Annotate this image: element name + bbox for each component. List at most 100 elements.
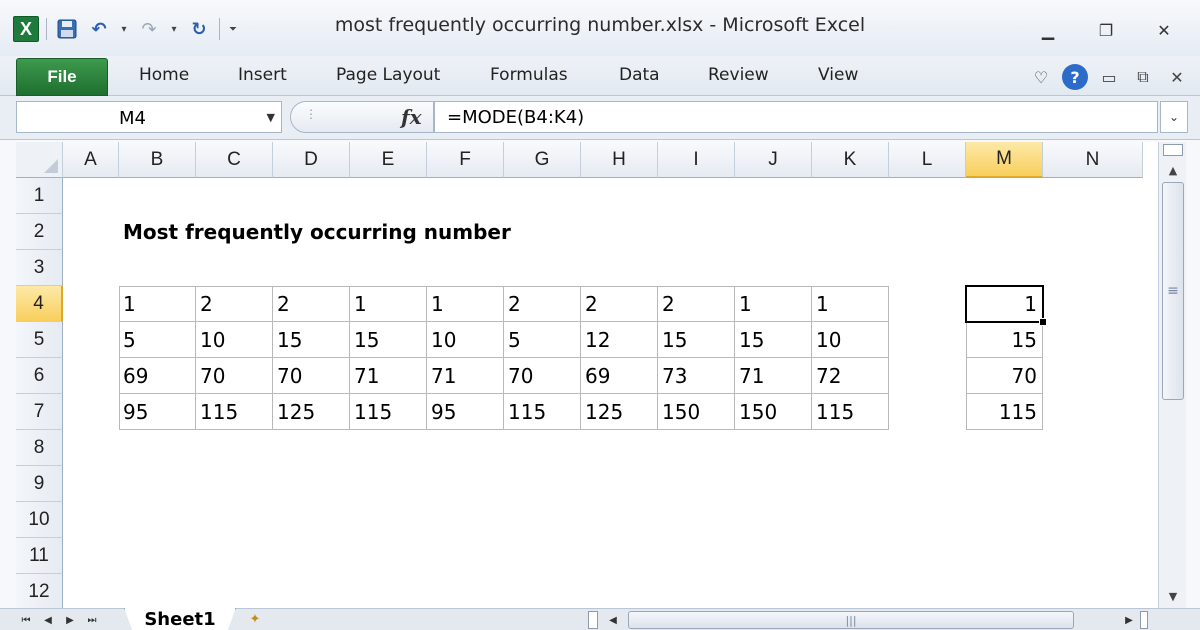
expand-formula-bar-icon[interactable]: ⌄: [1160, 101, 1188, 133]
data-cell-j5[interactable]: 15: [735, 322, 812, 358]
data-cell-k7[interactable]: 115: [812, 394, 889, 430]
data-cell-b5[interactable]: 5: [119, 322, 196, 358]
data-cell-d6[interactable]: 70: [273, 358, 350, 394]
data-cell-i4[interactable]: 2: [658, 286, 735, 322]
row-header-9[interactable]: 9: [16, 466, 63, 502]
horizontal-split-box[interactable]: [588, 611, 598, 629]
data-cell-c5[interactable]: 10: [196, 322, 273, 358]
scroll-right-icon[interactable]: ▶: [1120, 611, 1138, 629]
select-all-button[interactable]: [16, 142, 63, 178]
tab-home[interactable]: Home: [139, 65, 189, 85]
scroll-up-icon[interactable]: ▲: [1159, 160, 1187, 180]
row-header-11[interactable]: 11: [16, 538, 63, 574]
column-header-k[interactable]: K: [812, 142, 889, 178]
tab-data[interactable]: Data: [619, 65, 660, 85]
name-box[interactable]: M4 ▼: [16, 101, 282, 133]
data-cell-f7[interactable]: 95: [427, 394, 504, 430]
insert-worksheet-icon[interactable]: ✦: [240, 609, 270, 630]
result-cell-m5[interactable]: 15: [966, 322, 1043, 358]
scroll-down-icon[interactable]: ▼: [1159, 586, 1187, 606]
row-header-6[interactable]: 6: [16, 358, 63, 394]
active-cell-selection[interactable]: [965, 285, 1044, 323]
data-cell-b7[interactable]: 95: [119, 394, 196, 430]
sheet-tab-sheet1[interactable]: Sheet1: [124, 608, 236, 630]
column-header-i[interactable]: I: [658, 142, 735, 178]
tab-insert[interactable]: Insert: [238, 65, 287, 85]
data-cell-d4[interactable]: 2: [273, 286, 350, 322]
data-cell-g5[interactable]: 5: [504, 322, 581, 358]
fill-handle[interactable]: [1039, 318, 1047, 326]
data-cell-e7[interactable]: 115: [350, 394, 427, 430]
data-cell-f4[interactable]: 1: [427, 286, 504, 322]
row-header-3[interactable]: 3: [16, 250, 63, 286]
data-cell-c6[interactable]: 70: [196, 358, 273, 394]
data-cell-g6[interactable]: 70: [504, 358, 581, 394]
data-cell-d7[interactable]: 125: [273, 394, 350, 430]
row-header-2[interactable]: 2: [16, 214, 63, 250]
data-cell-k6[interactable]: 72: [812, 358, 889, 394]
data-cell-d5[interactable]: 15: [273, 322, 350, 358]
minimize-icon[interactable]: ▁: [1022, 16, 1074, 44]
data-cell-h6[interactable]: 69: [581, 358, 658, 394]
data-cell-c4[interactable]: 2: [196, 286, 273, 322]
column-header-f[interactable]: F: [427, 142, 504, 178]
data-cell-h4[interactable]: 2: [581, 286, 658, 322]
data-cell-k5[interactable]: 10: [812, 322, 889, 358]
first-sheet-icon[interactable]: ⏮: [18, 610, 34, 630]
horizontal-scroll-thumb[interactable]: |||: [628, 611, 1074, 629]
workbook-minimize-icon[interactable]: ▭: [1096, 64, 1122, 90]
column-header-d[interactable]: D: [273, 142, 350, 178]
result-cell-m6[interactable]: 70: [966, 358, 1043, 394]
column-header-j[interactable]: J: [735, 142, 812, 178]
data-cell-f6[interactable]: 71: [427, 358, 504, 394]
row-header-4[interactable]: 4: [16, 286, 63, 322]
vertical-split-box[interactable]: [1163, 144, 1183, 156]
workbook-restore-icon[interactable]: ⧉: [1130, 64, 1156, 90]
column-header-h[interactable]: H: [581, 142, 658, 178]
scroll-left-icon[interactable]: ◀: [604, 611, 622, 629]
tab-view[interactable]: View: [818, 65, 858, 85]
insert-function-icon[interactable]: fx: [401, 105, 422, 129]
data-cell-h7[interactable]: 125: [581, 394, 658, 430]
column-header-l[interactable]: L: [889, 142, 966, 178]
sheet-title-cell[interactable]: Most frequently occurring number: [123, 214, 511, 250]
column-header-a[interactable]: A: [63, 142, 119, 178]
row-header-7[interactable]: 7: [16, 394, 63, 430]
tab-review[interactable]: Review: [708, 65, 769, 85]
data-cell-j7[interactable]: 150: [735, 394, 812, 430]
row-header-1[interactable]: 1: [16, 178, 63, 214]
data-cell-e6[interactable]: 71: [350, 358, 427, 394]
resize-handle-icon[interactable]: ⋮: [305, 107, 317, 121]
data-cell-i6[interactable]: 73: [658, 358, 735, 394]
data-cell-i7[interactable]: 150: [658, 394, 735, 430]
tab-page-layout[interactable]: Page Layout: [336, 65, 440, 85]
horizontal-end-box[interactable]: [1140, 611, 1148, 629]
data-cell-j6[interactable]: 71: [735, 358, 812, 394]
next-sheet-icon[interactable]: ▶: [62, 610, 78, 630]
row-header-12[interactable]: 12: [16, 574, 63, 608]
row-header-8[interactable]: 8: [16, 430, 63, 466]
column-header-g[interactable]: G: [504, 142, 581, 178]
data-cell-h5[interactable]: 12: [581, 322, 658, 358]
vertical-scrollbar[interactable]: ▲ ≡ ▼: [1158, 142, 1186, 608]
data-cell-i5[interactable]: 15: [658, 322, 735, 358]
result-cell-m7[interactable]: 115: [966, 394, 1043, 430]
column-header-n[interactable]: N: [1043, 142, 1143, 178]
data-cell-j4[interactable]: 1: [735, 286, 812, 322]
vertical-scroll-thumb[interactable]: ≡: [1162, 182, 1184, 400]
tab-formulas[interactable]: Formulas: [490, 65, 568, 85]
name-box-dropdown-icon[interactable]: ▼: [267, 111, 275, 124]
horizontal-scrollbar[interactable]: ◀ ||| ▶: [588, 611, 1148, 629]
help-icon[interactable]: ?: [1062, 64, 1088, 90]
workbook-close-icon[interactable]: ✕: [1164, 64, 1190, 90]
data-cell-e5[interactable]: 15: [350, 322, 427, 358]
formula-input[interactable]: =MODE(B4:K4): [434, 101, 1158, 133]
data-cell-e4[interactable]: 1: [350, 286, 427, 322]
row-header-10[interactable]: 10: [16, 502, 63, 538]
column-header-m[interactable]: M: [966, 142, 1043, 178]
restore-icon[interactable]: ❐: [1080, 16, 1132, 44]
column-header-c[interactable]: C: [196, 142, 273, 178]
data-cell-b6[interactable]: 69: [119, 358, 196, 394]
close-icon[interactable]: ✕: [1138, 16, 1190, 44]
tab-file[interactable]: File: [16, 58, 108, 96]
